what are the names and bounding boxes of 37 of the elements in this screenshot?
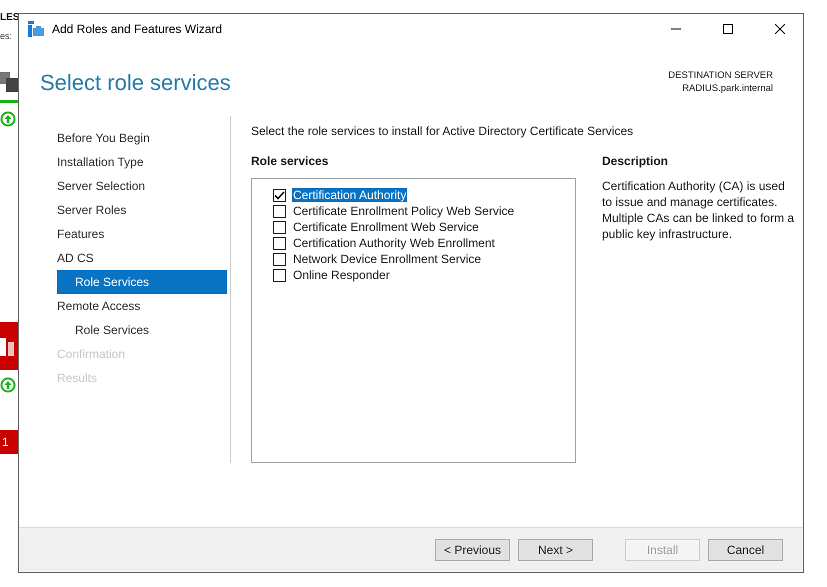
wizard-step[interactable]: Role Services xyxy=(57,318,227,342)
destination-server: RADIUS.park.internal xyxy=(682,82,773,95)
checkbox[interactable] xyxy=(273,252,286,266)
checkbox[interactable] xyxy=(273,268,286,282)
wizard-button[interactable]: Cancel xyxy=(708,539,783,561)
wizard-step[interactable]: Features xyxy=(57,222,227,246)
role-service-label[interactable]: Certificate Enrollment Policy Web Service xyxy=(292,204,516,218)
window-title: Add Roles and Features Wizard xyxy=(52,22,222,36)
wizard-step[interactable]: Installation Type xyxy=(57,150,227,174)
role-service-label[interactable]: Certificate Enrollment Web Service xyxy=(292,220,480,234)
instruction-text: Select the role services to install for Active Directory Certificate Services xyxy=(251,124,634,138)
wizard-step[interactable]: Server Selection xyxy=(57,174,227,198)
role-services-heading: Role services xyxy=(251,154,330,168)
description-heading: Description xyxy=(602,154,670,168)
role-service-label[interactable]: Certification Authority xyxy=(292,188,408,202)
checkbox[interactable] xyxy=(273,188,286,202)
role-service-label[interactable]: Certification Authority Web Enrollment xyxy=(292,236,496,250)
wizard-button[interactable]: Next > xyxy=(518,539,593,561)
wizard-step[interactable]: AD CS xyxy=(57,246,227,270)
destination-label: DESTINATION SERVER xyxy=(668,69,773,82)
wizard-button[interactable]: < Previous xyxy=(435,539,510,561)
close-icon[interactable] xyxy=(775,24,785,34)
app-subtitle-fragment: es: xyxy=(0,31,12,41)
count-badge: 1 xyxy=(0,430,18,454)
checkbox[interactable] xyxy=(273,220,286,234)
wizard-step[interactable]: Before You Begin xyxy=(57,126,227,150)
checkbox[interactable] xyxy=(273,236,286,250)
wizard-step[interactable]: Role Services xyxy=(57,270,227,294)
page-title: Select role services xyxy=(40,70,231,97)
wizard-icon xyxy=(28,21,44,37)
role-service-label[interactable]: Network Device Enrollment Service xyxy=(292,252,482,266)
role-service-label[interactable]: Online Responder xyxy=(292,268,391,282)
maximize-icon[interactable] xyxy=(723,24,733,34)
wizard-step[interactable]: Remote Access xyxy=(57,294,227,318)
wizard-step[interactable]: Server Roles xyxy=(57,198,227,222)
description-text: Certification Authority (CA) is used to issue and manage certificates. Multiple CAs can be linked to form a public key infrastructure. xyxy=(602,178,796,242)
checkbox[interactable] xyxy=(273,204,286,218)
